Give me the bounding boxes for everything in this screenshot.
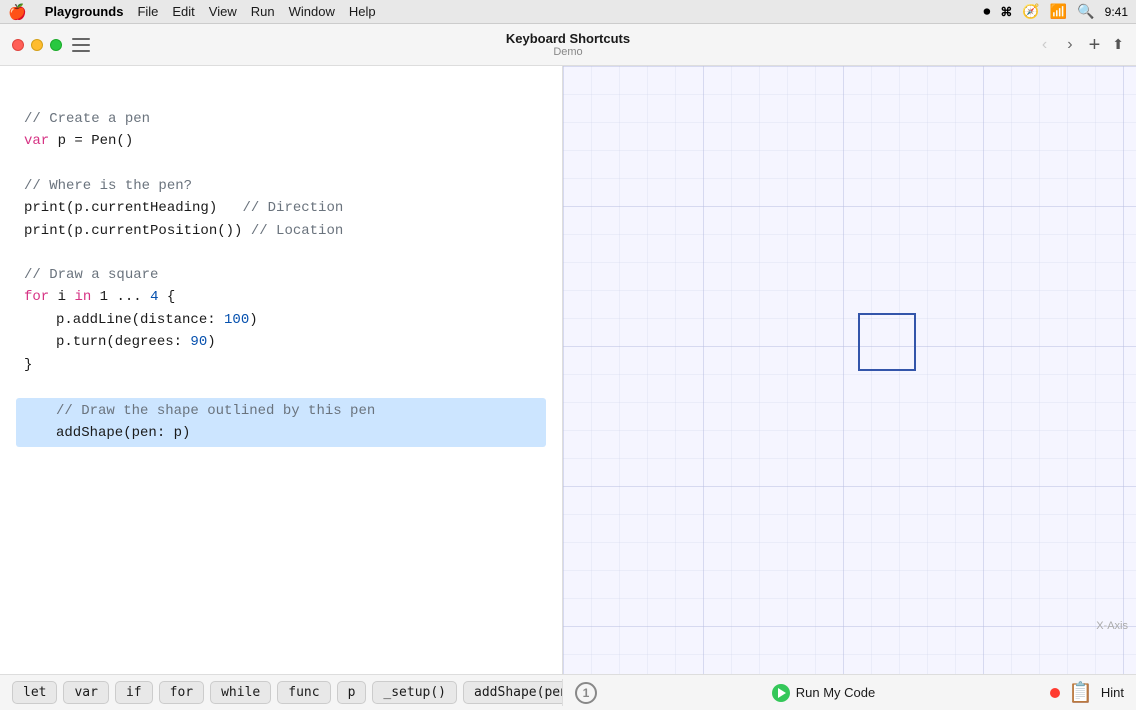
code-line-comment-3: // Draw a square [24, 264, 538, 286]
menu-view[interactable]: View [209, 4, 237, 19]
code-editor[interactable]: // Create a pen var p = Pen() // Where i… [0, 66, 563, 674]
code-line-turn: p.turn(degrees: 90) [24, 331, 538, 353]
x-axis-label: X-Axis [1096, 620, 1128, 632]
keyword-setup[interactable]: _setup() [372, 681, 457, 704]
forward-button[interactable]: › [1063, 34, 1076, 56]
hint-area: 📋 Hint [1050, 680, 1124, 705]
titlebar: Keyboard Shortcuts Demo ‹ › + ⬆ [0, 24, 1136, 66]
titlebar-center: Keyboard Shortcuts Demo [506, 31, 630, 58]
keyword-for[interactable]: for [159, 681, 204, 704]
code-line-addshape: addShape(pen: p) [24, 422, 538, 444]
cmd-icon: ⌘ [1000, 5, 1012, 19]
maximize-button[interactable] [50, 39, 62, 51]
menubar: 🍎 Playgrounds File Edit View Run Window … [0, 0, 1136, 24]
hint-button[interactable]: Hint [1101, 685, 1124, 700]
code-line-for: for i in 1 ... 4 { [24, 286, 538, 308]
menu-window[interactable]: Window [289, 4, 335, 19]
keyword-func[interactable]: func [277, 681, 330, 704]
back-button[interactable]: ‹ [1038, 34, 1051, 56]
highlighted-block: // Draw the shape outlined by this pen a… [16, 398, 546, 447]
run-label: Run My Code [796, 685, 875, 700]
main-container: // Create a pen var p = Pen() // Where i… [0, 66, 1136, 674]
canvas-area: X-Axis [563, 66, 1136, 674]
hint-icon: 📋 [1068, 680, 1093, 705]
menu-file[interactable]: File [137, 4, 158, 19]
code-line-brace: } [24, 354, 538, 376]
bottom-toolbar: let var if for while func p _setup() add… [0, 674, 1136, 710]
menubar-right: ⏺ ⌘ 🧭 📶 🔍 9:41 [983, 3, 1128, 20]
keyword-addshape[interactable]: addShape(pen: Pe... [463, 681, 563, 704]
code-line-print2: print(p.currentPosition()) // Location [24, 220, 538, 242]
share-button[interactable]: ⬆ [1112, 36, 1124, 53]
code-line-var: var p = Pen() [24, 130, 538, 152]
code-line-addline: p.addLine(distance: 100) [24, 309, 538, 331]
window-subtitle: Demo [506, 46, 630, 58]
safari-icon: 🧭 [1022, 3, 1039, 20]
traffic-lights [12, 39, 62, 51]
menu-help[interactable]: Help [349, 4, 376, 19]
code-line-comment-2: // Where is the pen? [24, 175, 538, 197]
keyword-while[interactable]: while [210, 681, 271, 704]
apple-menu[interactable]: 🍎 [8, 3, 27, 21]
canvas-info-button[interactable]: 1 [575, 682, 597, 704]
keyword-var[interactable]: var [63, 681, 108, 704]
play-icon [772, 684, 790, 702]
app-name[interactable]: Playgrounds [45, 4, 124, 19]
code-line-print1: print(p.currentHeading) // Direction [24, 197, 538, 219]
code-line-comment-4: // Draw the shape outlined by this pen [24, 400, 538, 422]
grid-svg [563, 66, 1136, 674]
keyword-p[interactable]: p [337, 681, 367, 704]
canvas-controls: 1 Run My Code 📋 Hint [563, 680, 1136, 705]
keyword-let[interactable]: let [12, 681, 57, 704]
record-icon: ⏺ [983, 3, 990, 20]
keyword-if[interactable]: if [115, 681, 153, 704]
menu-edit[interactable]: Edit [172, 4, 194, 19]
minimize-button[interactable] [31, 39, 43, 51]
sidebar-toggle[interactable] [72, 38, 90, 52]
add-button[interactable]: + [1089, 35, 1101, 55]
close-button[interactable] [12, 39, 24, 51]
run-button[interactable]: Run My Code [772, 684, 875, 702]
window-title: Keyboard Shortcuts [506, 31, 630, 46]
hint-dot [1050, 688, 1060, 698]
search-menubar-icon[interactable]: 🔍 [1077, 3, 1094, 20]
time-display: 9:41 [1105, 5, 1128, 19]
canvas-square [858, 313, 916, 371]
wifi-icon: 📶 [1050, 3, 1067, 20]
keyword-bar: let var if for while func p _setup() add… [0, 679, 563, 706]
titlebar-right: ‹ › + ⬆ [1038, 34, 1124, 56]
menu-run[interactable]: Run [251, 4, 275, 19]
code-line-comment-1: // Create a pen [24, 108, 538, 130]
